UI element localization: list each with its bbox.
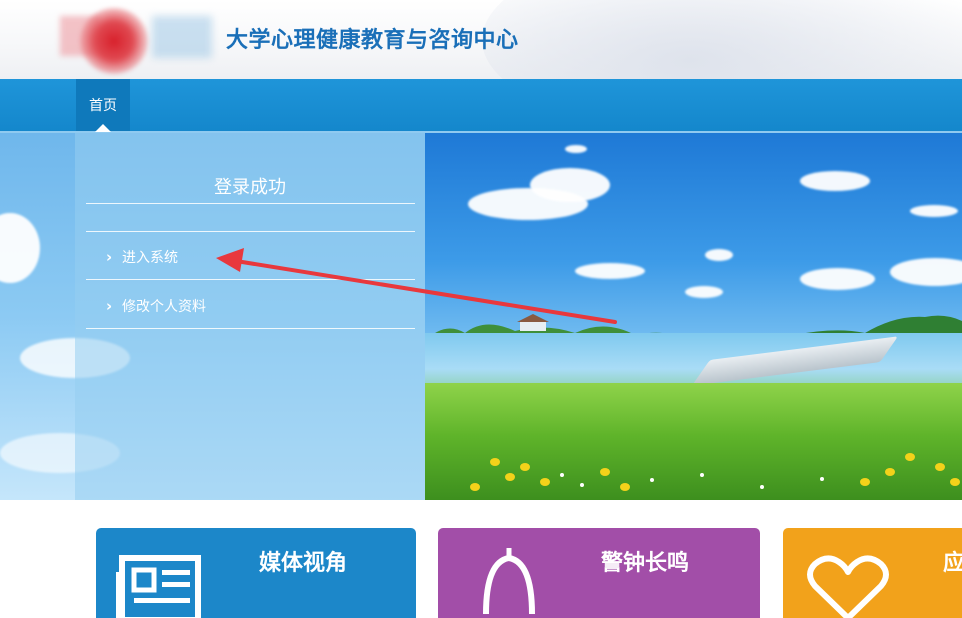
- divider: [86, 328, 415, 329]
- tile-warning[interactable]: 警钟长鸣: [438, 528, 760, 618]
- enter-system-link[interactable]: › 进入系统: [106, 247, 178, 267]
- edit-profile-label: 修改个人资料: [122, 299, 206, 315]
- tile-heart-label: 应: [943, 551, 962, 576]
- grass-image: [425, 383, 962, 500]
- chevron-right-icon: ›: [106, 248, 113, 266]
- divider: [86, 279, 415, 280]
- login-success-panel: 登录成功 › 进入系统 › 修改个人资料: [75, 133, 425, 500]
- heart-icon: [807, 555, 889, 618]
- enter-system-label: 进入系统: [122, 250, 178, 266]
- nav-active-caret-icon: [95, 124, 111, 132]
- bell-icon: [483, 548, 535, 614]
- tile-media-label: 媒体视角: [259, 551, 348, 576]
- chevron-right-icon: ›: [106, 297, 113, 315]
- header-decoration: [482, 0, 962, 79]
- tile-media[interactable]: 媒体视角: [96, 528, 416, 618]
- panel-title: 登录成功: [214, 177, 286, 198]
- site-title: 大学心理健康教育与咨询中心: [226, 28, 519, 53]
- tile-warning-label: 警钟长鸣: [601, 551, 690, 576]
- divider: [86, 203, 415, 204]
- tile-heart[interactable]: 应: [783, 528, 962, 618]
- main-nav: 首页: [0, 79, 962, 133]
- site-header: 大学心理健康教育与咨询中心: [0, 0, 962, 79]
- edit-profile-link[interactable]: › 修改个人资料: [106, 296, 206, 316]
- divider: [86, 231, 415, 232]
- logo-image[interactable]: [60, 6, 212, 74]
